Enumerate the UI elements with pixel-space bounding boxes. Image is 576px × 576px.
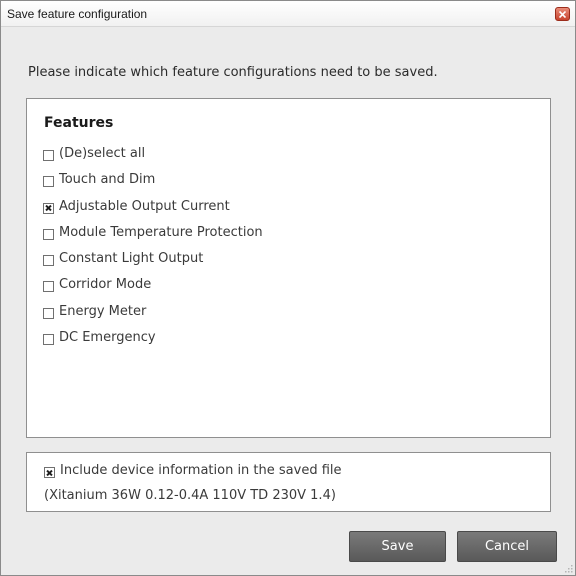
feature-label: Energy Meter <box>59 303 147 319</box>
dialog-title: Save feature configuration <box>7 7 148 21</box>
feature-item-deselect-all[interactable]: (De)select all <box>43 146 263 172</box>
cancel-button[interactable]: Cancel <box>457 531 557 562</box>
feature-label: Corridor Mode <box>59 277 152 293</box>
checkbox-icon[interactable] <box>43 281 54 293</box>
feature-label: Touch and Dim <box>59 172 156 188</box>
checkbox-icon[interactable] <box>43 334 54 346</box>
checkbox-icon[interactable] <box>43 255 54 267</box>
checkbox-icon[interactable] <box>43 307 54 319</box>
checkbox-checked-icon[interactable] <box>43 202 54 214</box>
feature-label: DC Emergency <box>59 330 156 346</box>
title-bar[interactable]: Save feature configuration <box>1 1 575 27</box>
save-feature-dialog: Save feature configuration Please indica… <box>0 0 576 576</box>
feature-label: (De)select all <box>59 146 146 161</box>
feature-list: (De)select all Touch and Dim Adjustable … <box>43 146 263 356</box>
feature-item-energy-meter[interactable]: Energy Meter <box>43 304 263 330</box>
checkbox-icon[interactable] <box>43 150 54 161</box>
checkbox-checked-icon[interactable] <box>44 467 55 478</box>
feature-item-touch-and-dim[interactable]: Touch and Dim <box>43 172 263 198</box>
include-device-info-checkbox-row[interactable]: Include device information in the saved … <box>44 463 342 478</box>
include-device-info-label: Include device information in the saved … <box>60 463 342 478</box>
save-button[interactable]: Save <box>349 531 446 562</box>
feature-label: Module Temperature Protection <box>59 224 263 240</box>
feature-item-module-temperature-protection[interactable]: Module Temperature Protection <box>43 225 263 251</box>
features-panel: Features (De)select all Touch and Dim Ad… <box>26 98 551 438</box>
close-icon <box>559 10 566 18</box>
feature-label: Constant Light Output <box>59 251 204 267</box>
features-heading: Features <box>44 115 114 131</box>
device-info-panel: Include device information in the saved … <box>26 452 551 512</box>
feature-item-corridor-mode[interactable]: Corridor Mode <box>43 277 263 303</box>
resize-grip-icon[interactable] <box>563 563 573 573</box>
checkbox-icon[interactable] <box>43 228 54 240</box>
feature-label: Adjustable Output Current <box>59 198 230 214</box>
checkbox-icon[interactable] <box>43 176 54 188</box>
feature-item-dc-emergency[interactable]: DC Emergency <box>43 330 263 356</box>
feature-item-adjustable-output-current[interactable]: Adjustable Output Current <box>43 199 263 225</box>
instruction-text: Please indicate which feature configurat… <box>28 65 438 80</box>
feature-item-constant-light-output[interactable]: Constant Light Output <box>43 251 263 277</box>
close-button[interactable] <box>555 7 570 21</box>
device-info-text: (Xitanium 36W 0.12-0.4A 110V TD 230V 1.4… <box>44 488 336 503</box>
